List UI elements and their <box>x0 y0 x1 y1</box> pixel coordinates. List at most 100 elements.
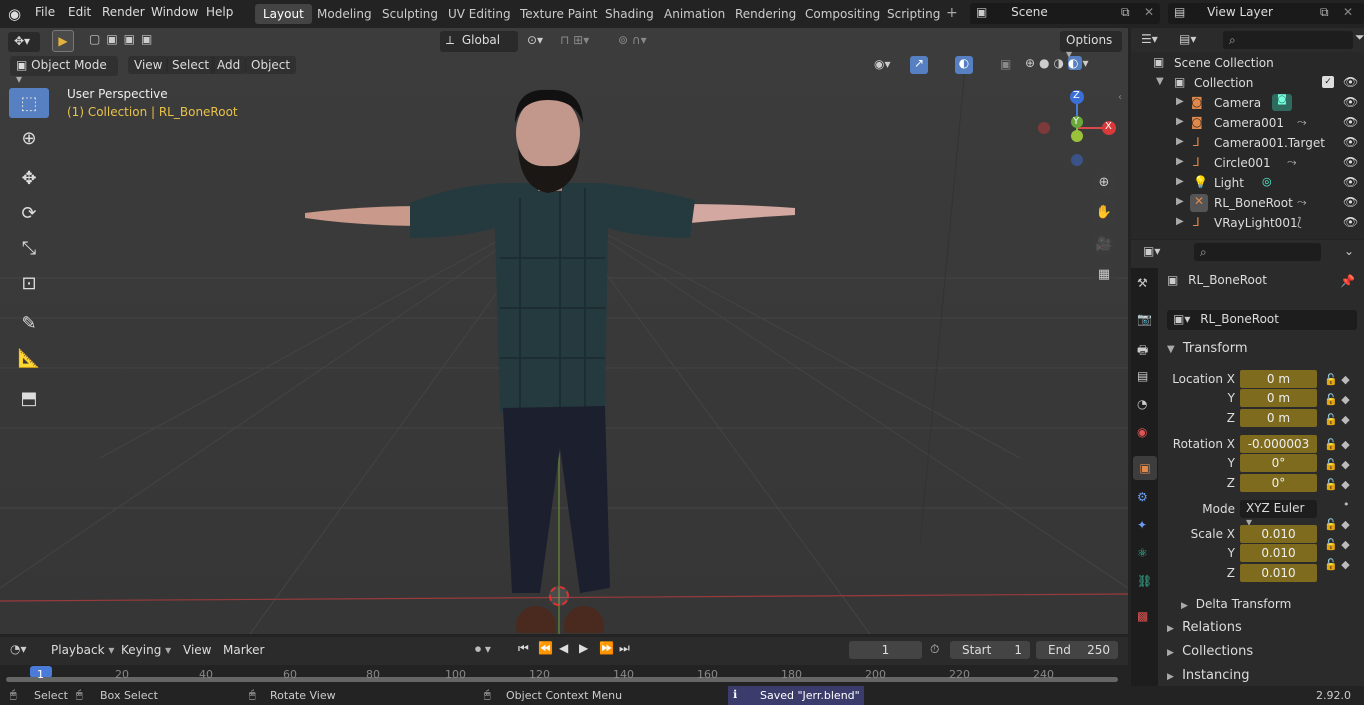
display-mode-icon[interactable]: ▤▾ <box>1179 32 1196 46</box>
outliner-item[interactable]: ▶ ⅃ Circle001 ⤳ 👁 <box>1131 154 1364 174</box>
outliner-item[interactable]: ▶ 💡 Light ◎ 👁 <box>1131 174 1364 194</box>
scale-tool-icon[interactable]: ⤡ <box>9 233 49 263</box>
keyframe-dot-icon[interactable]: • <box>1324 495 1354 515</box>
lock-icon[interactable]: 🔓 ◆ <box>1324 515 1354 535</box>
render-tab-icon[interactable]: 📷 <box>1137 312 1152 326</box>
expand-right-icon[interactable]: ▶ <box>1176 116 1184 127</box>
menu-file[interactable]: File <box>35 5 55 19</box>
lock-icon[interactable]: 🔓 ◆ <box>1324 390 1354 410</box>
visibility-icon[interactable]: ◉▾ <box>874 57 891 71</box>
ortho-grid-icon[interactable]: ▦ <box>1091 261 1117 287</box>
scene-new-icon[interactable]: ⧉ <box>1121 5 1130 20</box>
menu-timeline-view[interactable]: View <box>183 643 211 657</box>
add-workspace-icon[interactable]: + <box>946 5 958 21</box>
transform-tool-icon[interactable]: ⊡ <box>9 268 49 298</box>
tab-layout[interactable]: Layout <box>255 4 312 24</box>
tab-sculpting[interactable]: Sculpting <box>374 4 446 24</box>
lock-icon[interactable]: 🔓 ◆ <box>1324 370 1354 390</box>
output-tab-icon[interactable]: 🖶 <box>1137 341 1148 362</box>
properties-search-input[interactable]: ⌕ <box>1194 243 1321 261</box>
expand-right-icon[interactable]: ▶ <box>1176 176 1184 187</box>
jump-start-icon[interactable]: ⏮ <box>518 641 529 656</box>
relations-panel-header[interactable]: ▶ Relations <box>1167 620 1242 635</box>
overlay-toggle-icon[interactable]: ◐ <box>955 56 973 74</box>
view-layer-tab-icon[interactable]: ▤ <box>1137 369 1148 383</box>
stopwatch-icon[interactable]: ⏱ <box>930 642 939 657</box>
tab-modeling[interactable]: Modeling <box>309 4 380 24</box>
annotate-tool-icon[interactable]: ✎ <box>9 308 49 338</box>
orientation-dropdown[interactable]: ⟂ Global <box>440 31 518 52</box>
physics-tab-icon[interactable]: ⚛ <box>1137 546 1148 560</box>
selection-modes[interactable]: ▢▣▣▣ <box>89 32 185 52</box>
tab-animation[interactable]: Animation <box>656 4 733 24</box>
tab-rendering[interactable]: Rendering <box>727 4 804 24</box>
outliner-search-input[interactable]: ⌕ <box>1223 31 1353 49</box>
cursor-tool-icon[interactable]: ⊕ <box>9 123 49 153</box>
rotate-tool-icon[interactable]: ⟳ <box>9 198 49 228</box>
character-model[interactable] <box>300 88 800 633</box>
tab-scripting[interactable]: Scripting <box>879 4 948 24</box>
blender-logo-icon[interactable]: ◉ <box>8 5 26 23</box>
outliner-item-selected[interactable]: ▶ ✕ RL_BoneRoot ⤳ 👁 <box>1131 194 1364 214</box>
gizmo-toggle-icon[interactable]: ↗ <box>910 56 928 74</box>
scale-y-field[interactable]: 0.010 <box>1240 544 1317 562</box>
menu-object[interactable]: Object <box>245 56 297 74</box>
delta-transform-header[interactable]: ▶ Delta Transform <box>1181 597 1291 611</box>
eye-icon[interactable]: 👁 <box>1343 195 1358 209</box>
rotation-x-field[interactable]: -0.000003 <box>1240 435 1317 453</box>
lock-icon[interactable]: 🔓 ◆ <box>1324 535 1354 555</box>
3d-viewport[interactable]: ✥▾ ▶ ▢▣▣▣ ⟂ Global ⊙▾ ⊓ ⊞▾ ⊚ ∩▾ Options … <box>0 28 1128 634</box>
menu-add[interactable]: Add <box>211 56 247 74</box>
expand-down-icon[interactable]: ▼ <box>1156 76 1164 87</box>
options-chevron-icon[interactable]: ⌄ <box>1344 244 1354 258</box>
transform-tool-dropdown[interactable]: ✥▾ <box>8 32 40 52</box>
menu-render[interactable]: Render <box>102 5 145 19</box>
location-y-field[interactable]: 0 m <box>1240 389 1317 407</box>
menu-select[interactable]: Select <box>166 56 216 74</box>
eye-icon[interactable]: 👁 <box>1343 215 1358 229</box>
eye-icon[interactable]: 👁 <box>1343 175 1358 189</box>
expand-right-icon[interactable]: ▶ <box>1176 156 1184 167</box>
mode-dropdown[interactable]: ▣ Object Mode ▾ <box>10 56 118 86</box>
next-keyframe-icon[interactable]: ⏩ <box>599 641 614 655</box>
editor-type-icon[interactable]: ☰▾ <box>1141 32 1158 46</box>
world-tab-icon[interactable]: ◉ <box>1137 425 1147 439</box>
modifier-tab-icon[interactable]: ⚙ <box>1137 490 1148 504</box>
expand-right-icon[interactable]: ▶ <box>1176 216 1184 227</box>
prev-keyframe-icon[interactable]: ⏪ <box>538 641 553 655</box>
lock-icon[interactable]: 🔓 ◆ <box>1324 555 1354 575</box>
move-tool-icon[interactable]: ✥ <box>9 163 49 193</box>
lock-icon[interactable]: 🔓 ◆ <box>1324 435 1354 455</box>
rotation-z-field[interactable]: 0° <box>1240 474 1317 492</box>
editor-type-icon[interactable]: ◔▾ <box>10 642 27 656</box>
play-icon[interactable]: ▶ <box>579 641 588 655</box>
rotation-mode-dropdown[interactable]: XYZ Euler ▾ <box>1240 500 1317 529</box>
end-frame-field[interactable]: End 250 <box>1036 641 1118 659</box>
outliner-scene-collection[interactable]: ▣ Scene Collection <box>1131 54 1364 74</box>
eye-icon[interactable]: 👁 <box>1343 155 1358 169</box>
tab-shading[interactable]: Shading <box>597 4 662 24</box>
expand-right-icon[interactable]: ▶ <box>1176 196 1184 207</box>
zoom-icon[interactable]: ⊕ <box>1091 169 1117 195</box>
menu-edit[interactable]: Edit <box>68 5 91 19</box>
scale-z-field[interactable]: 0.010 <box>1240 564 1317 582</box>
editor-type-icon[interactable]: ▣▾ <box>1143 244 1160 258</box>
outliner-item[interactable]: ▶ ⅃ Camera001.Target 👁 <box>1131 134 1364 154</box>
tab-uv-editing[interactable]: UV Editing <box>440 4 519 24</box>
transform-panel-header[interactable]: ▼ Transform <box>1167 341 1248 356</box>
eye-icon[interactable]: 👁 <box>1343 75 1358 89</box>
expand-right-icon[interactable]: ▶ <box>1176 136 1184 147</box>
location-z-field[interactable]: 0 m <box>1240 409 1317 427</box>
record-icon[interactable]: ⏺ ▾ <box>475 642 491 657</box>
eye-icon[interactable]: 👁 <box>1343 115 1358 129</box>
jump-end-icon[interactable]: ⏭ <box>619 641 630 656</box>
options-dropdown[interactable]: Options ▾ <box>1060 31 1122 61</box>
view-layer-selector[interactable]: ▤ View Layer ⧉ ✕ <box>1168 3 1364 24</box>
scale-x-field[interactable]: 0.010 <box>1240 525 1317 543</box>
keying-menu[interactable]: Keying ▾ <box>121 643 171 657</box>
instancing-panel-header[interactable]: ▶ Instancing <box>1167 668 1249 683</box>
shading-modes[interactable]: ⊕●◑◐▾ <box>1025 56 1115 76</box>
lock-icon[interactable]: 🔓 ◆ <box>1324 455 1354 475</box>
lock-icon[interactable]: 🔓 ◆ <box>1324 475 1354 495</box>
add-cube-tool-icon[interactable]: ⬒ <box>9 383 49 413</box>
